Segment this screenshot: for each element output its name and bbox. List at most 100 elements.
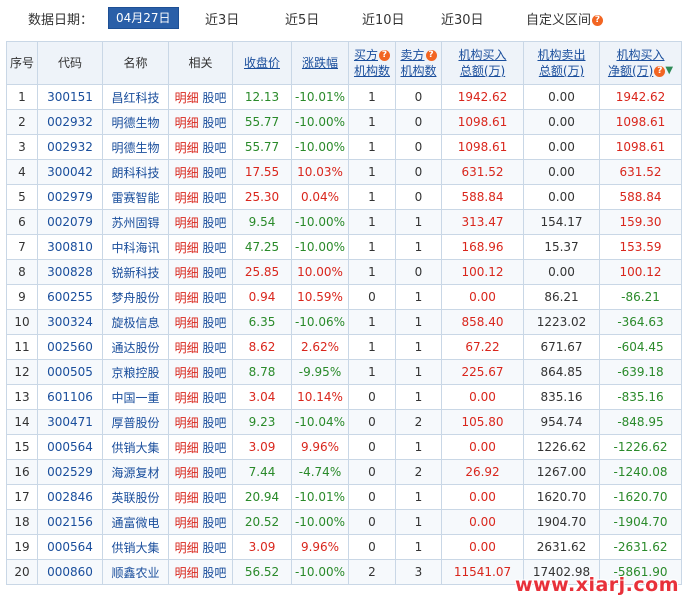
cell-code-link[interactable]: 300151 [37, 84, 103, 110]
detail-link[interactable]: 明细 [175, 491, 199, 505]
header-sell-total-sort[interactable]: 机构卖出 总额(万) [523, 41, 600, 85]
cell-name-link[interactable]: 锐新科技 [102, 259, 169, 285]
detail-link[interactable]: 明细 [175, 141, 199, 155]
cell-name-link[interactable]: 供销大集 [102, 434, 169, 460]
help-icon[interactable]: ? [592, 15, 604, 26]
cell-name-link[interactable]: 海源复材 [102, 459, 169, 485]
forum-link[interactable]: 股吧 [202, 341, 226, 355]
cell-sell-count: 1 [395, 309, 442, 335]
forum-link[interactable]: 股吧 [202, 116, 226, 130]
cell-name-link[interactable]: 明德生物 [102, 109, 169, 135]
header-buy-total-sort[interactable]: 机构买入 总额(万) [441, 41, 524, 85]
cell-name-link[interactable]: 梦舟股份 [102, 284, 169, 310]
cell-name-link[interactable]: 英联股份 [102, 484, 169, 510]
header-change-sort[interactable]: 涨跌幅 [291, 41, 349, 85]
date-option-3d[interactable]: 近3日 [205, 9, 239, 28]
forum-link[interactable]: 股吧 [202, 541, 226, 555]
cell-code-link[interactable]: 300471 [37, 409, 103, 435]
detail-link[interactable]: 明细 [175, 341, 199, 355]
cell-code-link[interactable]: 002079 [37, 209, 103, 235]
forum-link[interactable]: 股吧 [202, 516, 226, 530]
cell-code-link[interactable]: 002846 [37, 484, 103, 510]
cell-name-link[interactable]: 明德生物 [102, 134, 169, 160]
cell-code-link[interactable]: 000564 [37, 434, 103, 460]
cell-code-link[interactable]: 300810 [37, 234, 103, 260]
cell-code-link[interactable]: 002932 [37, 134, 103, 160]
forum-link[interactable]: 股吧 [202, 166, 226, 180]
detail-link[interactable]: 明细 [175, 516, 199, 530]
cell-code-link[interactable]: 000505 [37, 359, 103, 385]
date-option-30d[interactable]: 近30日 [441, 9, 484, 28]
cell-code-link[interactable]: 300042 [37, 159, 103, 185]
detail-link[interactable]: 明细 [175, 116, 199, 130]
cell-name-link[interactable]: 通达股份 [102, 334, 169, 360]
forum-link[interactable]: 股吧 [202, 291, 226, 305]
cell-code-link[interactable]: 000860 [37, 559, 103, 585]
cell-name-link[interactable]: 朗科科技 [102, 159, 169, 185]
cell-name-link[interactable]: 苏州固锝 [102, 209, 169, 235]
detail-link[interactable]: 明细 [175, 266, 199, 280]
forum-link[interactable]: 股吧 [202, 266, 226, 280]
cell-code-link[interactable]: 300324 [37, 309, 103, 335]
detail-link[interactable]: 明细 [175, 191, 199, 205]
detail-link[interactable]: 明细 [175, 541, 199, 555]
cell-name-link[interactable]: 通富微电 [102, 509, 169, 535]
forum-link[interactable]: 股吧 [202, 566, 226, 580]
cell-name-link[interactable]: 顺鑫农业 [102, 559, 169, 585]
forum-link[interactable]: 股吧 [202, 491, 226, 505]
cell-code-link[interactable]: 002932 [37, 109, 103, 135]
forum-link[interactable]: 股吧 [202, 366, 226, 380]
detail-link[interactable]: 明细 [175, 441, 199, 455]
cell-name-link[interactable]: 雷赛智能 [102, 184, 169, 210]
cell-name-link[interactable]: 京粮控股 [102, 359, 169, 385]
header-buy-count-sort[interactable]: 买方? 机构数 [348, 41, 396, 85]
sort-desc-arrow-icon[interactable]: ▼ [665, 63, 673, 79]
date-option-custom[interactable]: 自定义区间? [526, 9, 604, 28]
forum-link[interactable]: 股吧 [202, 466, 226, 480]
cell-name-link[interactable]: 中科海讯 [102, 234, 169, 260]
detail-link[interactable]: 明细 [175, 391, 199, 405]
cell-code-link[interactable]: 002529 [37, 459, 103, 485]
detail-link[interactable]: 明细 [175, 316, 199, 330]
cell-code-link[interactable]: 601106 [37, 384, 103, 410]
detail-link[interactable]: 明细 [175, 91, 199, 105]
help-icon[interactable]: ? [379, 50, 390, 61]
cell-code-link[interactable]: 002979 [37, 184, 103, 210]
detail-link[interactable]: 明细 [175, 466, 199, 480]
help-icon[interactable]: ? [425, 50, 437, 61]
help-icon[interactable]: ? [654, 66, 666, 77]
cell-name-link[interactable]: 供销大集 [102, 534, 169, 560]
cell-name-link[interactable]: 旋极信息 [102, 309, 169, 335]
date-option-5d[interactable]: 近5日 [285, 9, 319, 28]
date-option-today[interactable]: 04月27日 [108, 7, 179, 29]
forum-link[interactable]: 股吧 [202, 416, 226, 430]
forum-link[interactable]: 股吧 [202, 91, 226, 105]
date-option-10d[interactable]: 近10日 [362, 9, 405, 28]
cell-close: 25.85 [232, 259, 292, 285]
cell-code-link[interactable]: 002560 [37, 334, 103, 360]
cell-name-link[interactable]: 中国一重 [102, 384, 169, 410]
forum-link[interactable]: 股吧 [202, 191, 226, 205]
detail-link[interactable]: 明细 [175, 216, 199, 230]
detail-link[interactable]: 明细 [175, 291, 199, 305]
cell-name-link[interactable]: 昌红科技 [102, 84, 169, 110]
header-net-sort[interactable]: 机构买入 净额(万)? ▼ [599, 41, 682, 85]
detail-link[interactable]: 明细 [175, 416, 199, 430]
detail-link[interactable]: 明细 [175, 166, 199, 180]
cell-code-link[interactable]: 600255 [37, 284, 103, 310]
forum-link[interactable]: 股吧 [202, 216, 226, 230]
forum-link[interactable]: 股吧 [202, 441, 226, 455]
header-close-sort[interactable]: 收盘价 [232, 41, 292, 85]
detail-link[interactable]: 明细 [175, 241, 199, 255]
forum-link[interactable]: 股吧 [202, 241, 226, 255]
cell-code-link[interactable]: 300828 [37, 259, 103, 285]
cell-code-link[interactable]: 000564 [37, 534, 103, 560]
detail-link[interactable]: 明细 [175, 366, 199, 380]
forum-link[interactable]: 股吧 [202, 141, 226, 155]
cell-code-link[interactable]: 002156 [37, 509, 103, 535]
header-sell-count-sort[interactable]: 卖方? 机构数 [395, 41, 442, 85]
forum-link[interactable]: 股吧 [202, 316, 226, 330]
cell-name-link[interactable]: 厚普股份 [102, 409, 169, 435]
forum-link[interactable]: 股吧 [202, 391, 226, 405]
detail-link[interactable]: 明细 [175, 566, 199, 580]
